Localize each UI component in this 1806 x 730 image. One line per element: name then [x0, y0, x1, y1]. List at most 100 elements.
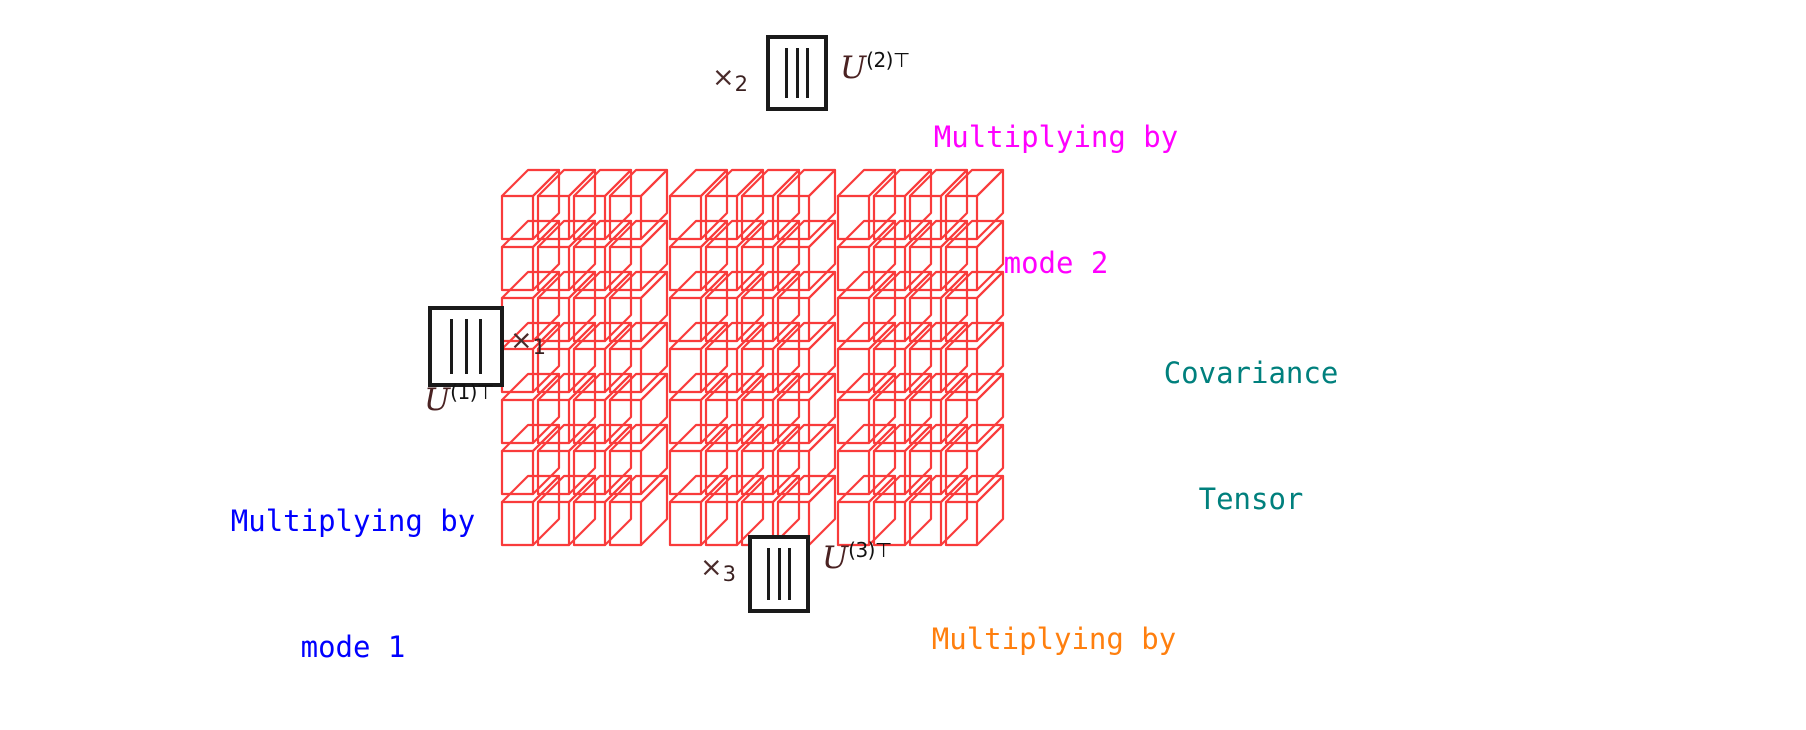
tensor-cell-face: [567, 474, 597, 547]
tensor-cell-face: [771, 219, 801, 292]
tensor-cell-face: [603, 270, 633, 343]
tensor-cell-face: [668, 219, 729, 249]
tensor-cell-face: [608, 219, 669, 249]
tensor-cell-face: [704, 347, 739, 394]
factor-matrix-superscript: (3)⊤: [848, 538, 892, 562]
matrix-bars-mode-3: [752, 539, 806, 609]
tensor-cell-face: [536, 423, 597, 453]
tensor-cell-face: [572, 270, 633, 300]
label-line-2: mode 1: [300, 630, 406, 665]
tensor-cell-face: [608, 372, 669, 402]
tensor-cell-face: [608, 449, 643, 496]
tensor-cell-face: [699, 474, 729, 547]
tensor-cell-face: [944, 449, 979, 496]
tensor-cell-face: [836, 423, 897, 453]
matrix-bar: [784, 48, 788, 98]
tensor-cell-face: [867, 219, 897, 292]
tensor-cell-face: [735, 372, 765, 445]
tensor-cell-face: [872, 423, 933, 453]
tensor-cell-face: [735, 270, 765, 343]
tensor-cell-face: [903, 168, 933, 241]
matrix-bars-mode-2: [770, 39, 824, 107]
tensor-cell-face: [572, 296, 607, 343]
tensor-cell-face: [735, 219, 765, 292]
tensor-cell-face: [908, 423, 969, 453]
tensor-cell-face: [807, 474, 837, 547]
tensor-cell-face: [740, 398, 775, 445]
tensor-cell-face: [944, 372, 1005, 402]
matrix-bar: [795, 48, 799, 98]
tensor-cell-face: [500, 474, 561, 504]
tensor-cell-face: [903, 321, 933, 394]
tensor-cell-face: [807, 321, 837, 394]
tensor-cell-face: [668, 500, 703, 547]
tensor-cell-face: [699, 372, 729, 445]
tensor-cell-face: [536, 398, 571, 445]
tensor-cell-face: [776, 372, 837, 402]
matrix-glyph-mode-1: [428, 306, 504, 387]
factor-matrix-letter: U: [424, 382, 451, 418]
label-multiplying-by-mode-1: Multiplying by mode 1: [228, 416, 478, 730]
tensor-cell-face: [836, 449, 871, 496]
tensor-cell-face: [704, 296, 739, 343]
tensor-cell-face: [603, 168, 633, 241]
tensor-cell-face: [668, 245, 703, 292]
label-covariance-tensor: Covariance Tensor: [1106, 268, 1396, 604]
tensor-cell-face: [704, 398, 739, 445]
tensor-cell-face: [740, 168, 801, 198]
tensor-cell-face: [704, 372, 765, 402]
times-symbol: ×: [700, 552, 723, 583]
tensor-cell-face: [536, 500, 571, 547]
label-line-1: Multiplying by: [933, 120, 1179, 155]
factor-matrix-letter: U: [840, 50, 867, 86]
tensor-cell-face: [771, 270, 801, 343]
tensor-cell-face: [908, 398, 943, 445]
tensor-cell-face: [740, 270, 801, 300]
tensor-cell-face: [776, 347, 811, 394]
tensor-cell-face: [807, 372, 837, 445]
tensor-cell-face: [567, 219, 597, 292]
tensor-cell-face: [872, 194, 907, 241]
tensor-cell-face: [903, 219, 933, 292]
matrix-bar: [777, 548, 781, 600]
tensor-cell-face: [836, 321, 897, 351]
tensor-cell-face: [567, 372, 597, 445]
tensor-cell-face: [944, 423, 1005, 453]
tensor-cell-face: [603, 219, 633, 292]
tensor-cell-face: [872, 270, 933, 300]
tensor-cell-face: [536, 449, 571, 496]
tensor-cell-face: [531, 423, 561, 496]
tensor-cell-face: [740, 194, 775, 241]
tensor-cell-face: [608, 245, 643, 292]
tensor-cell-face: [867, 372, 897, 445]
label-line-1: Covariance: [1163, 356, 1339, 391]
tensor-cell-face: [572, 321, 633, 351]
tensor-cell-face: [872, 398, 907, 445]
tensor-cell-face: [836, 270, 897, 300]
mode-2-factor-matrix-symbol: U(2)⊤: [840, 48, 910, 86]
tensor-cell-face: [567, 321, 597, 394]
tensor-cell-face: [867, 321, 897, 394]
tensor-cell-face: [836, 168, 897, 198]
tensor-cell-face: [740, 245, 775, 292]
tensor-cell-face: [500, 372, 561, 402]
tensor-cell-face: [639, 270, 669, 343]
tensor-cell-face: [704, 474, 765, 504]
tensor-cell-face: [699, 270, 729, 343]
diagram-canvas: ×1 U(1)⊤ Multiplying by mode 1 ×2 U(2)⊤ …: [0, 0, 1806, 730]
tensor-cell-face: [836, 372, 897, 402]
tensor-cell-face: [771, 372, 801, 445]
tensor-cell-face: [735, 423, 765, 496]
factor-matrix-superscript: (1)⊤: [450, 380, 494, 404]
tensor-cell-face: [776, 194, 811, 241]
tensor-cell-face: [536, 270, 597, 300]
tensor-cell-face: [776, 321, 837, 351]
tensor-cell-face: [536, 219, 597, 249]
tensor-cell-face: [536, 321, 597, 351]
tensor-cell-face: [531, 372, 561, 445]
tensor-cell-face: [699, 168, 729, 241]
tensor-cell-face: [867, 168, 897, 241]
tensor-cell-face: [903, 423, 933, 496]
tensor-cell-face: [867, 270, 897, 343]
tensor-cell-face: [872, 321, 933, 351]
